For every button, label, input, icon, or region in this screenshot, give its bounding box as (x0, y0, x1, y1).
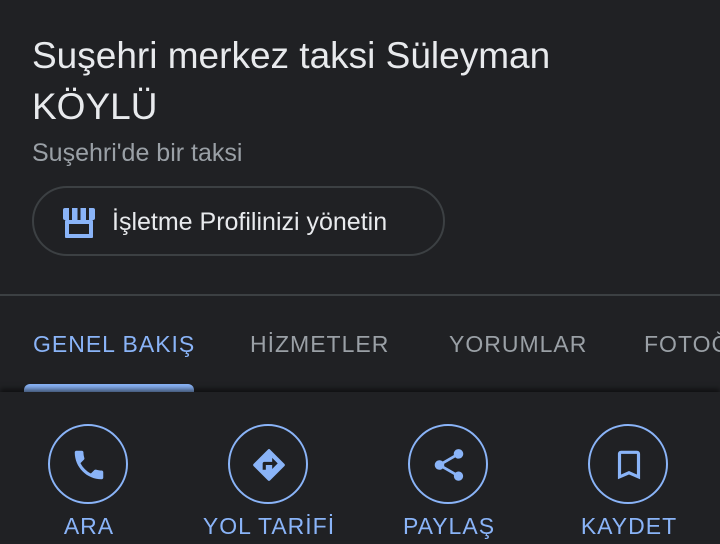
manage-business-profile-label: İşletme Profilinizi yönetin (112, 208, 388, 236)
bookmark-icon (617, 450, 641, 480)
share-icon (434, 449, 464, 481)
tab-bar: GENEL BAKIŞ HİZMETLER YORUMLAR FOTOĞRAFL… (0, 296, 720, 392)
tab-services[interactable]: HİZMETLER (250, 330, 389, 358)
call-button[interactable]: ARA (0, 424, 180, 544)
place-title: Suşehri merkez taksi Süleyman KÖYLÜ (32, 35, 551, 127)
tab-overview[interactable]: GENEL BAKIŞ (33, 330, 195, 358)
place-header: Suşehri merkez taksi Süleyman KÖYLÜ Suşe… (0, 0, 720, 296)
directions-button[interactable]: YOL TARİFİ (180, 424, 360, 544)
call-label: ARA (63, 513, 115, 539)
directions-icon (253, 449, 285, 481)
directions-label: YOL TARİFİ (202, 513, 336, 539)
call-button-circle[interactable] (48, 424, 128, 504)
action-bar: ARA YOL TARİFİ PAYLAŞ KAYDET (0, 392, 720, 540)
storefront-icon (63, 208, 95, 238)
save-button-circle[interactable] (588, 424, 668, 504)
save-label: KAYDET (580, 513, 678, 539)
manage-business-profile-button[interactable]: İşletme Profilinizi yönetin (32, 186, 445, 256)
tab-reviews[interactable]: YORUMLAR (449, 330, 587, 358)
directions-button-circle[interactable] (228, 424, 308, 504)
phone-icon (74, 450, 104, 480)
share-button-circle[interactable] (408, 424, 488, 504)
place-category: Suşehri'de bir taksi (32, 139, 243, 167)
active-tab-indicator (24, 384, 194, 392)
share-label: PAYLAŞ (402, 513, 496, 539)
save-button[interactable]: KAYDET (540, 424, 720, 544)
share-button[interactable]: PAYLAŞ (360, 424, 540, 544)
tab-photos[interactable]: FOTOĞRAFLAR (644, 330, 720, 358)
